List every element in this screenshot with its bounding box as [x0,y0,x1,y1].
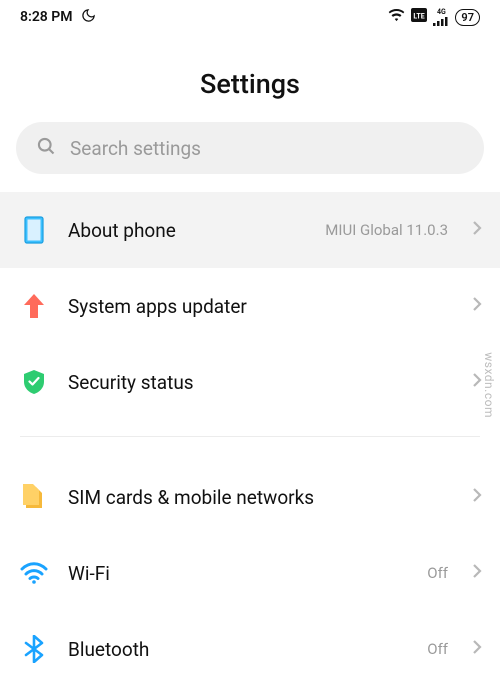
chevron-right-icon [472,563,482,583]
sim-icon [20,484,48,510]
page-title: Settings [0,68,500,100]
row-bluetooth[interactable]: Bluetooth Off [0,611,500,687]
row-value: Off [427,564,448,582]
chevron-right-icon [472,372,482,392]
battery-indicator: 97 [455,9,480,26]
row-label: About phone [68,219,305,242]
search-bar[interactable] [16,122,484,174]
search-input[interactable] [70,137,464,160]
dnd-icon [81,8,96,27]
wifi-icon [388,7,405,28]
row-value: MIUI Global 11.0.3 [325,221,448,239]
chevron-right-icon [472,220,482,240]
shield-icon [20,369,48,395]
row-security-status[interactable]: Security status [0,344,500,420]
section-divider [20,436,480,437]
row-wifi[interactable]: Wi-Fi Off [0,535,500,611]
wifi-icon [20,562,48,584]
chevron-right-icon [472,639,482,659]
bluetooth-icon [20,635,48,663]
row-value: Off [427,640,448,658]
row-label: System apps updater [68,295,452,318]
search-icon [36,136,56,160]
watermark: wsxdn.com [482,352,496,418]
row-about-phone[interactable]: About phone MIUI Global 11.0.3 [0,192,500,268]
signal-icon: 4G [433,9,449,26]
svg-text:LTE: LTE [414,13,425,21]
row-label: Wi-Fi [68,562,407,585]
row-label: SIM cards & mobile networks [68,486,452,509]
update-arrow-icon [20,293,48,319]
row-sim-cards[interactable]: SIM cards & mobile networks [0,459,500,535]
chevron-right-icon [472,487,482,507]
chevron-right-icon [472,296,482,316]
row-label: Security status [68,371,452,394]
phone-icon [20,216,48,244]
volte-icon: LTE [411,8,427,26]
row-system-apps-updater[interactable]: System apps updater [0,268,500,344]
row-label: Bluetooth [68,638,407,661]
status-time: 8:28 PM [20,9,73,25]
status-bar: 8:28 PM LTE 4G 97 [0,0,500,34]
